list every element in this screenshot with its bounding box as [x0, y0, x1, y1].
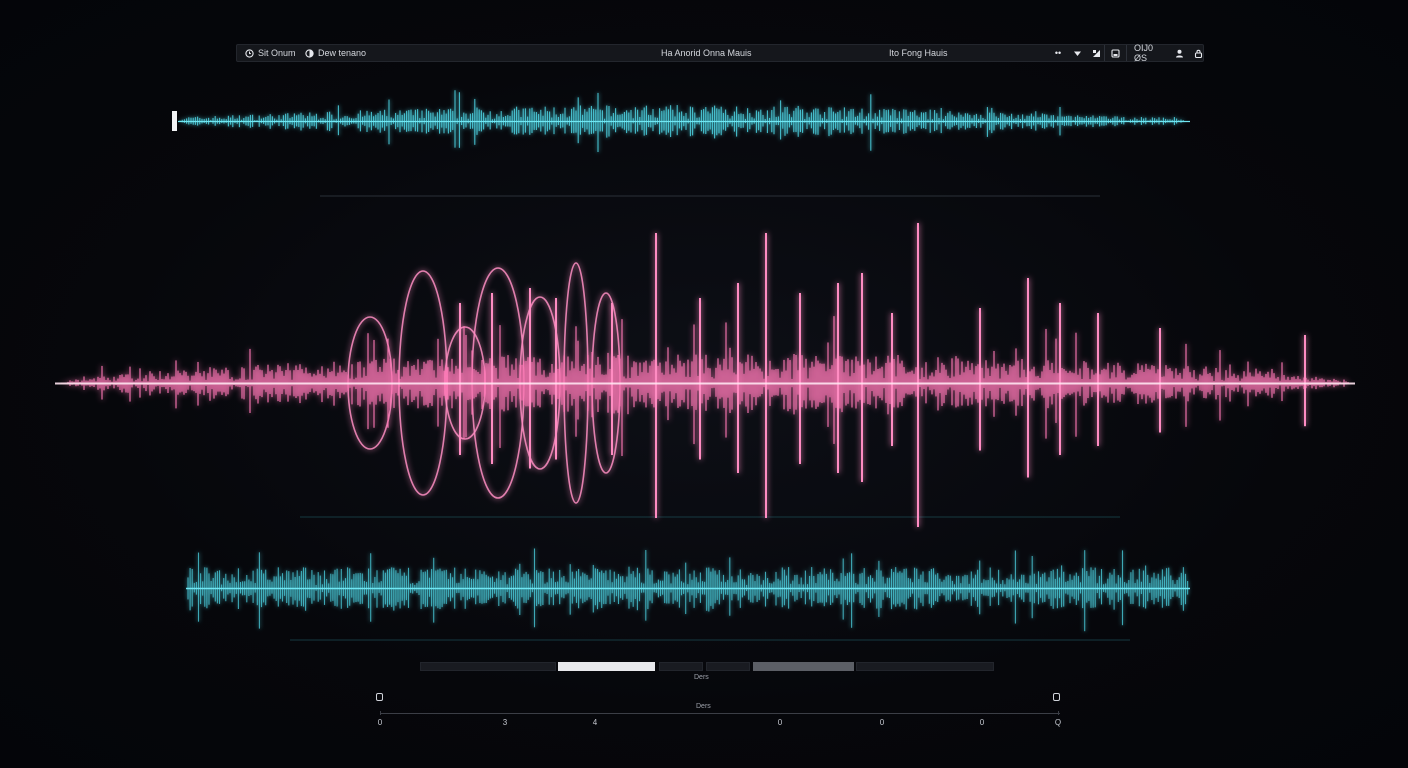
timeline-tick-label: 0 [879, 718, 885, 727]
waveform-canvas[interactable] [0, 0, 1408, 768]
timeline-tick-label: 0 [979, 718, 985, 727]
timeline-label: Ders [696, 703, 711, 710]
timeline-tick-label: 3 [502, 718, 508, 727]
transport-segment-2[interactable] [659, 662, 703, 671]
timeline-start-handle[interactable] [376, 693, 383, 701]
playhead-marker[interactable] [172, 111, 177, 131]
transport-segment-3[interactable] [706, 662, 750, 671]
transport-segment-active[interactable] [558, 662, 655, 671]
transport-segment-1[interactable] [420, 662, 556, 671]
transport-segment-4[interactable] [753, 662, 854, 671]
timeline-tick-label: 4 [592, 718, 598, 727]
timeline-end-handle[interactable] [1053, 693, 1060, 701]
waveform-track-bottom[interactable] [187, 548, 1189, 632]
transport-label: Ders [694, 674, 709, 681]
audio-editor-window: Sit Onum Dew tenano Ha Anorid Onna Mauis… [0, 0, 1408, 768]
timeline-tick [380, 711, 381, 715]
timeline-tick [1058, 711, 1059, 715]
timeline-tick-label: 0 [377, 718, 383, 727]
timeline-ruler[interactable] [380, 713, 1060, 714]
timeline-tick-label: 0 [777, 718, 783, 727]
waveform-track-main[interactable] [60, 223, 1350, 527]
timeline-tick-label: Q [1054, 718, 1062, 727]
transport-segment-5[interactable] [856, 662, 994, 671]
